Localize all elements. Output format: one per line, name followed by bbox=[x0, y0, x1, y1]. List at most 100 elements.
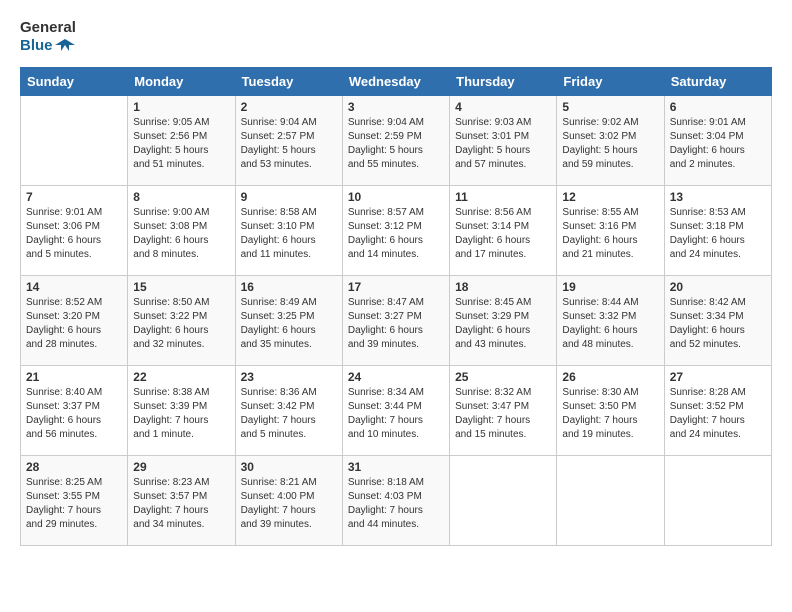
day-number: 9 bbox=[241, 190, 337, 204]
calendar-cell: 26 Sunrise: 8:30 AM Sunset: 3:50 PM Dayli… bbox=[557, 365, 664, 455]
calendar-cell: 6 Sunrise: 9:01 AM Sunset: 3:04 PM Daylig… bbox=[664, 95, 771, 185]
day-header-saturday: Saturday bbox=[664, 67, 771, 95]
calendar-cell: 7 Sunrise: 9:01 AM Sunset: 3:06 PM Daylig… bbox=[21, 185, 128, 275]
day-number: 17 bbox=[348, 280, 444, 294]
day-number: 5 bbox=[562, 100, 658, 114]
calendar-week-row: 14 Sunrise: 8:52 AM Sunset: 3:20 PM Dayli… bbox=[21, 275, 772, 365]
calendar-week-row: 21 Sunrise: 8:40 AM Sunset: 3:37 PM Dayli… bbox=[21, 365, 772, 455]
day-number: 13 bbox=[670, 190, 766, 204]
day-header-monday: Monday bbox=[128, 67, 235, 95]
day-number: 21 bbox=[26, 370, 122, 384]
day-info: Sunrise: 8:47 AM Sunset: 3:27 PM Dayligh… bbox=[348, 296, 444, 352]
day-info: Sunrise: 9:01 AM Sunset: 3:06 PM Dayligh… bbox=[26, 206, 122, 262]
day-info: Sunrise: 9:03 AM Sunset: 3:01 PM Dayligh… bbox=[455, 116, 551, 172]
day-number: 28 bbox=[26, 460, 122, 474]
day-info: Sunrise: 8:32 AM Sunset: 3:47 PM Dayligh… bbox=[455, 386, 551, 442]
calendar-cell: 4Sunrise: 9:03 AM Sunset: 3:01 PM Daylig… bbox=[450, 95, 557, 185]
day-info: Sunrise: 9:04 AM Sunset: 2:57 PM Dayligh… bbox=[241, 116, 337, 172]
calendar-cell: 14 Sunrise: 8:52 AM Sunset: 3:20 PM Dayli… bbox=[21, 275, 128, 365]
calendar-cell: 22 Sunrise: 8:38 AM Sunset: 3:39 PM Dayli… bbox=[128, 365, 235, 455]
day-header-sunday: Sunday bbox=[21, 67, 128, 95]
day-number: 7 bbox=[26, 190, 122, 204]
day-number: 16 bbox=[241, 280, 337, 294]
day-info: Sunrise: 8:50 AM Sunset: 3:22 PM Dayligh… bbox=[133, 296, 229, 352]
day-info: Sunrise: 8:57 AM Sunset: 3:12 PM Dayligh… bbox=[348, 206, 444, 262]
day-number: 8 bbox=[133, 190, 229, 204]
day-info: Sunrise: 8:25 AM Sunset: 3:55 PM Dayligh… bbox=[26, 476, 122, 532]
day-number: 26 bbox=[562, 370, 658, 384]
day-info: Sunrise: 8:30 AM Sunset: 3:50 PM Dayligh… bbox=[562, 386, 658, 442]
calendar-cell: 25 Sunrise: 8:32 AM Sunset: 3:47 PM Dayli… bbox=[450, 365, 557, 455]
day-number: 27 bbox=[670, 370, 766, 384]
day-number: 25 bbox=[455, 370, 551, 384]
day-info: Sunrise: 8:38 AM Sunset: 3:39 PM Dayligh… bbox=[133, 386, 229, 442]
logo-bird-icon bbox=[55, 37, 75, 57]
page-header: General Blue bbox=[20, 20, 772, 57]
day-header-tuesday: Tuesday bbox=[235, 67, 342, 95]
calendar-cell: 18 Sunrise: 8:45 AM Sunset: 3:29 PM Dayli… bbox=[450, 275, 557, 365]
day-info: Sunrise: 8:28 AM Sunset: 3:52 PM Dayligh… bbox=[670, 386, 766, 442]
calendar-cell: 29 Sunrise: 8:23 AM Sunset: 3:57 PM Dayli… bbox=[128, 455, 235, 545]
day-info: Sunrise: 9:04 AM Sunset: 2:59 PM Dayligh… bbox=[348, 116, 444, 172]
calendar-cell bbox=[21, 95, 128, 185]
calendar-cell: 12 Sunrise: 8:55 AM Sunset: 3:16 PM Dayli… bbox=[557, 185, 664, 275]
calendar-cell: 24Sunrise: 8:34 AM Sunset: 3:44 PM Dayli… bbox=[342, 365, 449, 455]
calendar-week-row: 28 Sunrise: 8:25 AM Sunset: 3:55 PM Dayli… bbox=[21, 455, 772, 545]
calendar-cell: 27 Sunrise: 8:28 AM Sunset: 3:52 PM Dayli… bbox=[664, 365, 771, 455]
day-header-wednesday: Wednesday bbox=[342, 67, 449, 95]
day-info: Sunrise: 9:05 AM Sunset: 2:56 PM Dayligh… bbox=[133, 116, 229, 172]
logo-text: General Blue bbox=[20, 20, 76, 57]
calendar-cell: 20 Sunrise: 8:42 AM Sunset: 3:34 PM Dayli… bbox=[664, 275, 771, 365]
day-number: 10 bbox=[348, 190, 444, 204]
calendar-cell: 3 Sunrise: 9:04 AM Sunset: 2:59 PM Daylig… bbox=[342, 95, 449, 185]
calendar-cell: 11Sunrise: 8:56 AM Sunset: 3:14 PM Dayli… bbox=[450, 185, 557, 275]
day-info: Sunrise: 8:21 AM Sunset: 4:00 PM Dayligh… bbox=[241, 476, 337, 532]
calendar-cell: 8 Sunrise: 9:00 AM Sunset: 3:08 PM Daylig… bbox=[128, 185, 235, 275]
calendar-cell: 5 Sunrise: 9:02 AM Sunset: 3:02 PM Daylig… bbox=[557, 95, 664, 185]
calendar-cell: 9 Sunrise: 8:58 AM Sunset: 3:10 PM Daylig… bbox=[235, 185, 342, 275]
day-info: Sunrise: 8:44 AM Sunset: 3:32 PM Dayligh… bbox=[562, 296, 658, 352]
day-info: Sunrise: 8:18 AM Sunset: 4:03 PM Dayligh… bbox=[348, 476, 444, 532]
calendar-header-row: SundayMondayTuesdayWednesdayThursdayFrid… bbox=[21, 67, 772, 95]
day-number: 22 bbox=[133, 370, 229, 384]
logo: General Blue bbox=[20, 20, 76, 57]
calendar-cell: 16 Sunrise: 8:49 AM Sunset: 3:25 PM Dayli… bbox=[235, 275, 342, 365]
calendar-cell: 28 Sunrise: 8:25 AM Sunset: 3:55 PM Dayli… bbox=[21, 455, 128, 545]
day-info: Sunrise: 8:53 AM Sunset: 3:18 PM Dayligh… bbox=[670, 206, 766, 262]
calendar-cell: 30 Sunrise: 8:21 AM Sunset: 4:00 PM Dayli… bbox=[235, 455, 342, 545]
day-number: 18 bbox=[455, 280, 551, 294]
day-info: Sunrise: 8:58 AM Sunset: 3:10 PM Dayligh… bbox=[241, 206, 337, 262]
day-number: 29 bbox=[133, 460, 229, 474]
calendar-cell bbox=[557, 455, 664, 545]
day-info: Sunrise: 8:23 AM Sunset: 3:57 PM Dayligh… bbox=[133, 476, 229, 532]
day-number: 30 bbox=[241, 460, 337, 474]
day-number: 1 bbox=[133, 100, 229, 114]
day-number: 14 bbox=[26, 280, 122, 294]
calendar-cell: 31Sunrise: 8:18 AM Sunset: 4:03 PM Dayli… bbox=[342, 455, 449, 545]
day-info: Sunrise: 8:42 AM Sunset: 3:34 PM Dayligh… bbox=[670, 296, 766, 352]
day-header-thursday: Thursday bbox=[450, 67, 557, 95]
day-number: 2 bbox=[241, 100, 337, 114]
day-info: Sunrise: 8:55 AM Sunset: 3:16 PM Dayligh… bbox=[562, 206, 658, 262]
day-info: Sunrise: 8:45 AM Sunset: 3:29 PM Dayligh… bbox=[455, 296, 551, 352]
day-info: Sunrise: 9:02 AM Sunset: 3:02 PM Dayligh… bbox=[562, 116, 658, 172]
calendar-cell: 23Sunrise: 8:36 AM Sunset: 3:42 PM Dayli… bbox=[235, 365, 342, 455]
day-number: 12 bbox=[562, 190, 658, 204]
calendar-cell: 21 Sunrise: 8:40 AM Sunset: 3:37 PM Dayli… bbox=[21, 365, 128, 455]
day-number: 20 bbox=[670, 280, 766, 294]
day-info: Sunrise: 8:40 AM Sunset: 3:37 PM Dayligh… bbox=[26, 386, 122, 442]
calendar-week-row: 7 Sunrise: 9:01 AM Sunset: 3:06 PM Daylig… bbox=[21, 185, 772, 275]
day-number: 15 bbox=[133, 280, 229, 294]
day-number: 23 bbox=[241, 370, 337, 384]
day-info: Sunrise: 9:01 AM Sunset: 3:04 PM Dayligh… bbox=[670, 116, 766, 172]
day-info: Sunrise: 8:52 AM Sunset: 3:20 PM Dayligh… bbox=[26, 296, 122, 352]
day-info: Sunrise: 8:49 AM Sunset: 3:25 PM Dayligh… bbox=[241, 296, 337, 352]
calendar-table: SundayMondayTuesdayWednesdayThursdayFrid… bbox=[20, 67, 772, 546]
calendar-cell: 2 Sunrise: 9:04 AM Sunset: 2:57 PM Daylig… bbox=[235, 95, 342, 185]
calendar-cell bbox=[664, 455, 771, 545]
day-number: 19 bbox=[562, 280, 658, 294]
day-number: 3 bbox=[348, 100, 444, 114]
day-info: Sunrise: 9:00 AM Sunset: 3:08 PM Dayligh… bbox=[133, 206, 229, 262]
calendar-cell: 13 Sunrise: 8:53 AM Sunset: 3:18 PM Dayli… bbox=[664, 185, 771, 275]
day-number: 6 bbox=[670, 100, 766, 114]
